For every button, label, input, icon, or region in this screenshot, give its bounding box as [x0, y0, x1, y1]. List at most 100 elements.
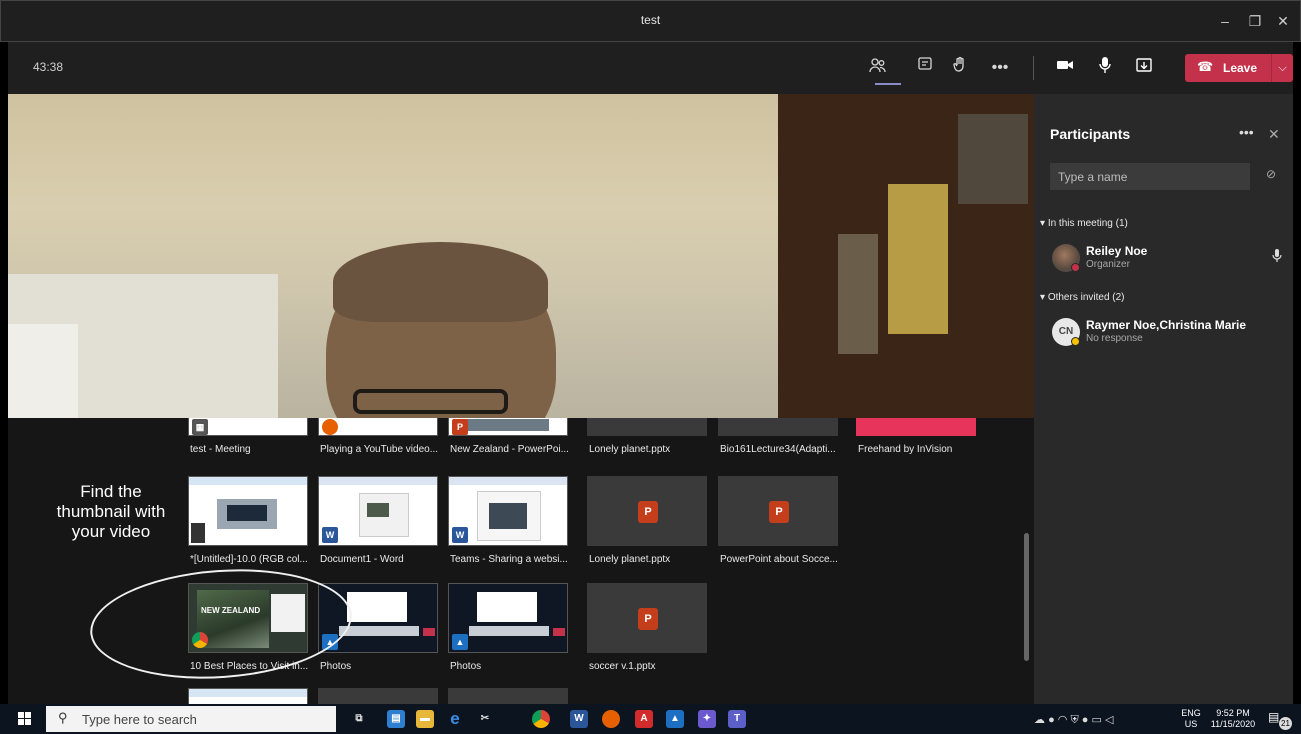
tile-thumbnail [448, 688, 568, 704]
share-tray-icon[interactable] [1132, 56, 1156, 80]
instruction-line: your video [71, 522, 151, 541]
tile-thumbnail: P [587, 583, 707, 653]
tile-thumbnail [318, 688, 438, 704]
share-tray-scrollbar[interactable] [1024, 533, 1029, 661]
video-door [8, 324, 78, 418]
instruction-line: thumbnail with [56, 502, 166, 521]
lang-code: ENG [1181, 708, 1201, 718]
video-books [888, 184, 948, 334]
word-icon[interactable]: W [570, 710, 588, 728]
panel-more-icon[interactable]: ••• [1239, 124, 1254, 140]
thumb-content [449, 477, 567, 485]
word-icon: W [322, 527, 338, 543]
tile-thumbnail: P [448, 418, 568, 436]
tile-label: Photos [450, 661, 482, 672]
chrome-icon[interactable] [532, 710, 550, 728]
presence-pending-icon [1071, 337, 1080, 346]
window-title: test [640, 13, 661, 27]
thumb-content [553, 628, 565, 636]
thumb-content [227, 505, 267, 521]
tile-label: Freehand by InVision [858, 444, 953, 455]
volume-icon[interactable]: ◁ [1105, 714, 1113, 726]
thumb-content [319, 477, 437, 485]
snipping-tool-icon[interactable]: ✂ [476, 710, 494, 728]
participant-row[interactable]: Reiley Noe Organizer [1052, 244, 1282, 278]
video-person-hair [333, 242, 548, 322]
photos-icon[interactable]: ▲ [666, 710, 684, 728]
tile-label: Bio161Lecture34(Adapti... [720, 444, 836, 455]
teams-tray-icon[interactable]: ● [1048, 714, 1055, 726]
participant-name: Reiley Noe [1086, 244, 1148, 258]
toolbar-divider [1033, 56, 1034, 80]
participant-search-input[interactable] [1050, 163, 1250, 190]
participant-row[interactable]: CN Raymer Noe,Christina Marie No respons… [1052, 318, 1282, 352]
microphone-icon[interactable] [1093, 56, 1117, 80]
thumb-content [189, 477, 307, 485]
leave-button[interactable]: ☎ Leave ⌵ [1185, 54, 1293, 82]
maximize-icon[interactable]: ❐ [1245, 11, 1265, 31]
share-invite-link-icon[interactable]: ⊘ [1266, 167, 1276, 181]
microphone-icon[interactable] [1272, 249, 1282, 266]
tile-label: Document1 - Word [320, 554, 404, 565]
participant-role: Organizer [1086, 259, 1130, 270]
microphone-icon[interactable]: ● [1082, 714, 1089, 726]
firefox-icon[interactable] [602, 710, 620, 728]
task-view-icon[interactable]: ⧉ [350, 710, 368, 728]
notification-count-badge: 21 [1279, 717, 1292, 730]
thumb-content [423, 628, 435, 636]
tile-label: Photos [320, 661, 352, 672]
acrobat-icon[interactable]: A [635, 710, 653, 728]
taskbar-clock[interactable]: 9:52 PM 11/15/2020 [1208, 708, 1258, 730]
edge-icon[interactable]: e [446, 710, 464, 728]
outlook-icon[interactable]: ▤ [387, 710, 405, 728]
search-icon: ⚲ [58, 710, 68, 725]
taskbar-search-input[interactable] [46, 706, 336, 732]
more-options-icon[interactable]: ••• [988, 56, 1012, 80]
powerpoint-icon: P [769, 501, 789, 523]
chat-icon[interactable] [913, 56, 937, 80]
section-others-invited[interactable]: ▾ Others invited (2) [1040, 292, 1125, 303]
tile-label: New Zealand - PowerPoi... [450, 444, 569, 455]
tile-thumbnail: P [587, 476, 707, 546]
windows-taskbar: ⚲ ⧉ ▤ ▬ e ✂ W A ▲ ✦ T ☁ ● ◠ ⛨ ● ▭ ◁ ENG … [0, 704, 1301, 734]
thumb-content [367, 503, 389, 517]
onedrive-icon[interactable]: ☁ [1034, 714, 1045, 726]
tile-thumbnail: W [318, 476, 438, 546]
participants-active-indicator [875, 83, 901, 85]
photos-icon: ▲ [452, 634, 468, 650]
tile-thumbnail: ▲ [448, 583, 568, 653]
file-explorer-icon[interactable]: ▬ [416, 710, 434, 728]
thumb-content [347, 592, 407, 622]
leave-options-chevron-icon[interactable]: ⌵ [1271, 54, 1293, 82]
tile-label: *[Untitled]-10.0 (RGB col... [190, 554, 308, 565]
minimize-icon[interactable]: – [1215, 11, 1235, 31]
wifi-icon[interactable]: ◠ [1058, 714, 1068, 726]
image-editor-icon[interactable]: ✦ [698, 710, 716, 728]
video-feed [8, 94, 1034, 418]
teams-icon[interactable]: T [728, 710, 746, 728]
battery-icon[interactable]: ▭ [1091, 714, 1101, 726]
raise-hand-icon[interactable] [948, 56, 972, 80]
camera-icon[interactable] [1053, 56, 1077, 80]
panel-title: Participants [1050, 126, 1131, 142]
windows-start-icon[interactable] [18, 712, 32, 726]
close-icon[interactable]: ✕ [1273, 11, 1293, 31]
tile-label: Teams - Sharing a websi... [450, 554, 568, 565]
language-indicator[interactable]: ENG US [1180, 708, 1202, 730]
tile-thumbnail [856, 418, 976, 436]
calendar-icon: ▦ [192, 419, 208, 435]
meeting-timer: 43:38 [33, 60, 64, 74]
participants-icon[interactable] [866, 56, 890, 80]
section-in-meeting[interactable]: ▾ In this meeting (1) [1040, 218, 1128, 229]
tile-label: Lonely planet.pptx [589, 444, 671, 455]
chevron-down-icon: ▾ [1040, 292, 1048, 303]
powerpoint-icon: P [452, 419, 468, 435]
tile-thumbnail [587, 418, 707, 436]
tile-label: Playing a YouTube video... [320, 444, 439, 455]
panel-close-icon[interactable]: ✕ [1268, 126, 1280, 143]
hang-up-icon: ☎ [1197, 59, 1214, 74]
defender-icon[interactable]: ⛨ [1070, 714, 1078, 726]
instruction-line: Find the [80, 482, 142, 501]
system-tray[interactable]: ☁ ● ◠ ⛨ ● ▭ ◁ [1034, 713, 1113, 727]
video-person-glasses [353, 389, 508, 414]
